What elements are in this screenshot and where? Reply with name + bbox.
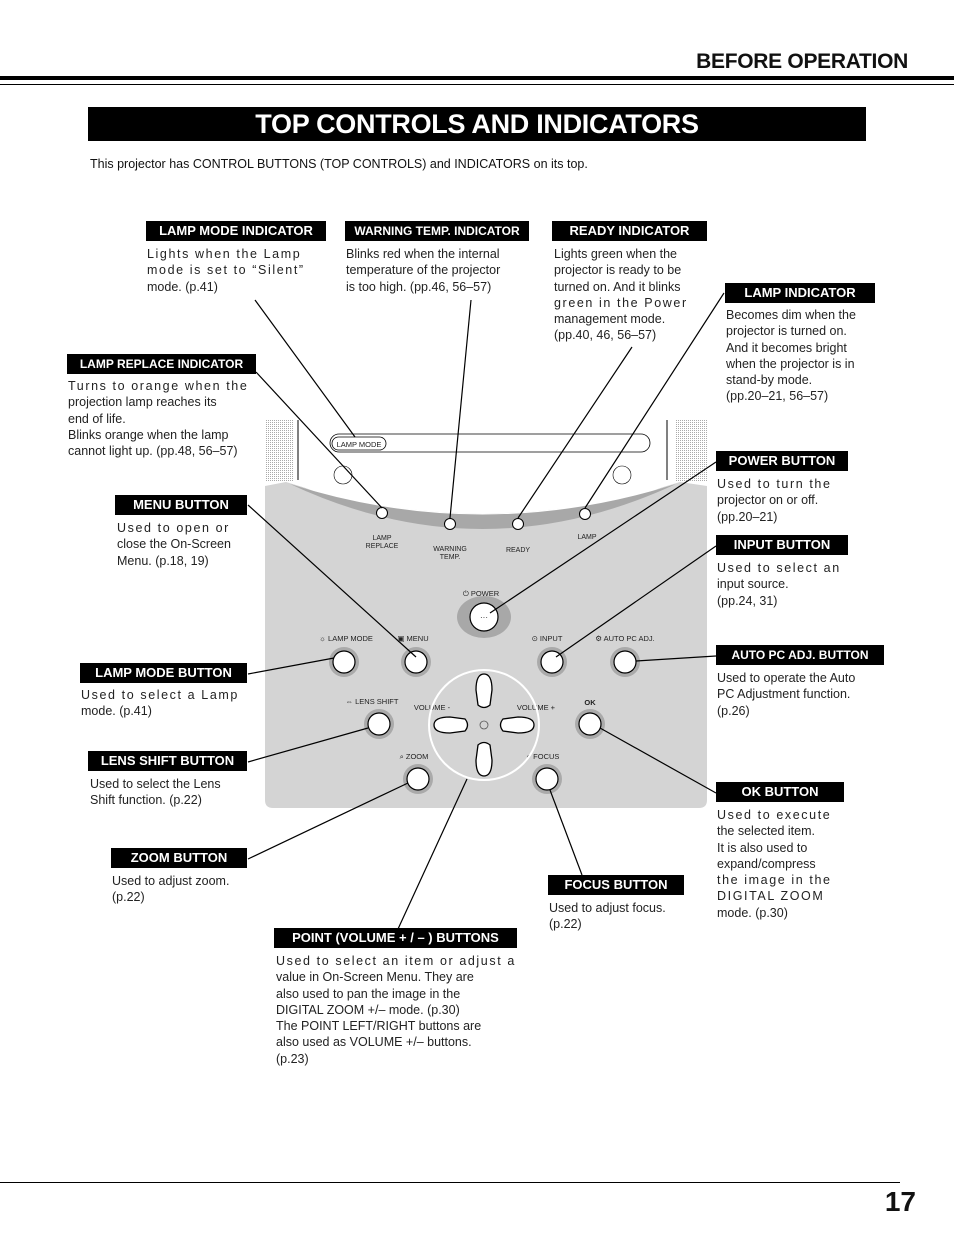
auto-pc-adj-button-label: ⚙ AUTO PC ADJ. bbox=[595, 634, 655, 643]
power-button-desc: Used to turn the projector on or off. (p… bbox=[717, 477, 832, 524]
ok-button-callout-label: OK BUTTON bbox=[716, 782, 844, 802]
menu-button-desc: Used to open or close the On-Screen Menu… bbox=[117, 521, 231, 568]
point-down-button[interactable] bbox=[475, 741, 493, 777]
ok-button-label: OK bbox=[584, 698, 596, 707]
point-right-button[interactable] bbox=[499, 716, 535, 734]
warning-temp-indicator-label: WARNING TEMP. INDICATOR bbox=[345, 221, 529, 241]
footer-rule bbox=[0, 1182, 900, 1183]
ready-indicator-desc: Lights green when the projector is ready… bbox=[554, 247, 688, 343]
lamp-mode-button[interactable] bbox=[329, 647, 359, 677]
focus-button-desc: Used to adjust focus. (p.22) bbox=[549, 901, 666, 932]
right-vent bbox=[675, 420, 707, 482]
warning-temp-indicator-led bbox=[444, 518, 456, 530]
point-buttons-desc: Used to select an item or adjust a value… bbox=[276, 954, 516, 1066]
warning-temp-text-2: TEMP. bbox=[440, 554, 461, 561]
lamp-mode-badge-text: LAMP MODE bbox=[337, 440, 382, 449]
focus-button[interactable] bbox=[532, 764, 562, 794]
point-buttons-callout-label: POINT (VOLUME + / – ) BUTTONS bbox=[274, 928, 517, 948]
ok-button[interactable] bbox=[575, 709, 605, 739]
lens-shift-button-label: ⇔ LENS SHIFT bbox=[346, 697, 399, 706]
lamp-mode-indicator-desc: Lights when the Lamp mode is set to “Sil… bbox=[147, 247, 305, 294]
lamp-indicator-desc: Becomes dim when the projector is turned… bbox=[726, 308, 856, 404]
input-button[interactable] bbox=[537, 647, 567, 677]
lamp-replace-indicator-led bbox=[376, 507, 388, 519]
lens-shift-button[interactable] bbox=[364, 709, 394, 739]
auto-pc-adj-button-desc: Used to operate the Auto PC Adjustment f… bbox=[717, 671, 856, 718]
lamp-indicator-label: LAMP INDICATOR bbox=[725, 283, 875, 303]
warning-temp-indicator-desc: Blinks red when the internal temperature… bbox=[346, 247, 501, 294]
auto-pc-adj-button[interactable] bbox=[610, 647, 640, 677]
point-left-button[interactable] bbox=[433, 716, 469, 734]
input-button-label: ⊙ INPUT bbox=[532, 634, 563, 643]
zoom-button-callout-label: ZOOM BUTTON bbox=[111, 848, 247, 868]
lamp-mode-button-desc: Used to select a Lamp mode. (p.41) bbox=[81, 688, 239, 719]
zoom-button[interactable] bbox=[403, 764, 433, 794]
ready-text: READY bbox=[506, 547, 530, 554]
lamp-mode-button-label: ☼ LAMP MODE bbox=[319, 634, 373, 643]
auto-pc-adj-button-callout-label: AUTO PC ADJ. BUTTON bbox=[716, 645, 884, 665]
page-number: 17 bbox=[884, 1186, 916, 1217]
menu-button[interactable] bbox=[401, 647, 431, 677]
lamp-mode-indicator-label: LAMP MODE INDICATOR bbox=[146, 221, 326, 241]
menu-button-callout-label: MENU BUTTON bbox=[115, 495, 247, 515]
lamp-replace-text-2: REPLACE bbox=[366, 543, 399, 550]
focus-button-callout-label: FOCUS BUTTON bbox=[548, 875, 684, 895]
lens-shift-button-desc: Used to select the Lens Shift function. … bbox=[90, 777, 221, 808]
lamp-text: LAMP bbox=[577, 534, 596, 541]
lamp-replace-text-1: LAMP bbox=[372, 535, 391, 542]
input-button-desc: Used to select an input source. (pp.24, … bbox=[717, 561, 841, 608]
zoom-button-label: ⌕ ZOOM bbox=[400, 752, 429, 761]
left-vent bbox=[265, 420, 293, 482]
input-button-callout-label: INPUT BUTTON bbox=[716, 535, 848, 555]
lamp-replace-indicator-desc: Turns to orange when the projection lamp… bbox=[68, 379, 249, 459]
lens-shift-button-callout-label: LENS SHIFT BUTTON bbox=[88, 751, 247, 771]
ready-indicator-led bbox=[512, 518, 524, 530]
lamp-replace-indicator-label: LAMP REPLACE INDICATOR bbox=[67, 354, 256, 374]
power-button-label: ⏻ POWER bbox=[463, 589, 500, 598]
svg-text:···: ··· bbox=[480, 613, 488, 622]
point-up-button[interactable] bbox=[475, 673, 493, 709]
menu-button-label: ▣ MENU bbox=[397, 634, 428, 643]
ready-indicator-label: READY INDICATOR bbox=[552, 221, 707, 241]
zoom-button-desc: Used to adjust zoom. (p.22) bbox=[112, 874, 230, 905]
ok-button-desc: Used to execute the selected item. It is… bbox=[717, 808, 832, 920]
power-button-callout-label: POWER BUTTON bbox=[716, 451, 848, 471]
lamp-mode-button-callout-label: LAMP MODE BUTTON bbox=[80, 663, 247, 683]
warning-temp-text-1: WARNING bbox=[433, 546, 467, 553]
lamp-indicator-led bbox=[579, 508, 591, 520]
